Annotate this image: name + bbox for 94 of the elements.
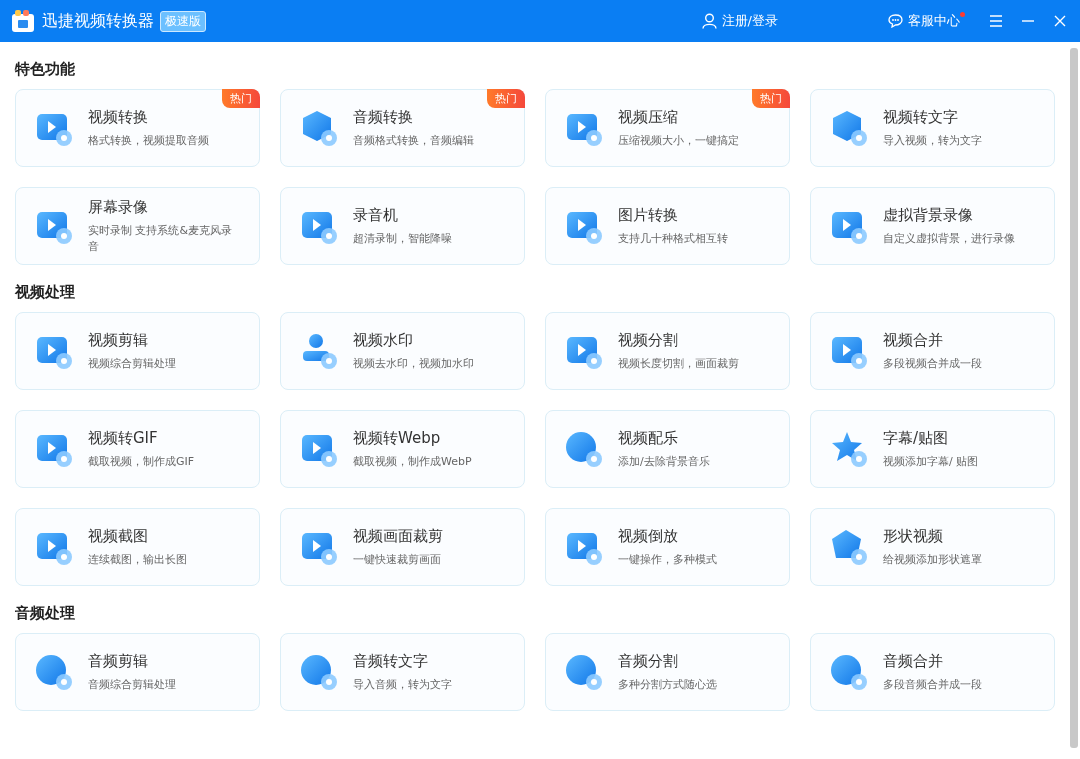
feature-icon (564, 429, 604, 469)
feature-description: 视频长度切割，画面裁剪 (618, 355, 739, 372)
feature-title: 视频转换 (88, 107, 149, 127)
feature-card[interactable]: 屏幕录像 实时录制 支持系统&麦克风录音 (15, 187, 260, 265)
feature-card[interactable]: 视频转文字 导入视频，转为文字 (810, 89, 1055, 167)
feature-card[interactable]: 形状视频 给视频添加形状遮罩 (810, 508, 1055, 586)
feature-card[interactable]: 视频画面裁剪 一键快速裁剪画面 (280, 508, 525, 586)
feature-description: 支持几十种格式相互转 (618, 230, 728, 247)
section-heading: 特色功能 (15, 59, 76, 80)
feature-title: 音频转换 (353, 107, 414, 127)
feature-description: 截取视频，制作成WebP (353, 453, 472, 470)
close-icon[interactable] (1052, 13, 1068, 29)
feature-card[interactable]: 视频转换 格式转换，视频提取音频 热门 (15, 89, 260, 167)
feature-card[interactable]: 视频转GIF 截取视频，制作成GIF (15, 410, 260, 488)
feature-description: 导入视频，转为文字 (883, 132, 982, 149)
feature-title: 视频倒放 (618, 526, 679, 546)
section-heading: 视频处理 (15, 282, 76, 303)
feature-icon (829, 652, 869, 692)
feature-title: 视频压缩 (618, 107, 679, 127)
feature-title: 图片转换 (618, 205, 679, 225)
feature-description: 音频格式转换，音频编辑 (353, 132, 474, 149)
feature-card[interactable]: 视频剪辑 视频综合剪辑处理 (15, 312, 260, 390)
hot-badge: 热门 (222, 89, 260, 108)
feature-card[interactable]: 视频水印 视频去水印，视频加水印 (280, 312, 525, 390)
feature-icon (564, 652, 604, 692)
feature-icon (299, 652, 339, 692)
feature-title: 视频配乐 (618, 428, 679, 448)
feature-title: 视频剪辑 (88, 330, 149, 350)
feature-description: 一键操作，多种模式 (618, 551, 717, 568)
feature-description: 格式转换，视频提取音频 (88, 132, 209, 149)
feature-description: 视频添加字幕/ 贴图 (883, 453, 979, 470)
feature-title: 视频转GIF (88, 428, 159, 448)
feature-card[interactable]: 录音机 超清录制，智能降噪 (280, 187, 525, 265)
feature-description: 视频去水印，视频加水印 (353, 355, 474, 372)
feature-title: 音频转文字 (353, 651, 429, 671)
scrollbar[interactable] (1070, 48, 1078, 748)
feature-title: 视频画面裁剪 (353, 526, 443, 546)
feature-card[interactable]: 字幕/贴图 视频添加字幕/ 贴图 (810, 410, 1055, 488)
feature-description: 自定义虚拟背景，进行录像 (883, 230, 1015, 247)
support-link[interactable]: 客服中心 (888, 12, 960, 30)
feature-card[interactable]: 视频转Webp 截取视频，制作成WebP (280, 410, 525, 488)
hot-badge: 热门 (487, 89, 525, 108)
hot-badge: 热门 (752, 89, 790, 108)
menu-icon[interactable] (988, 13, 1004, 29)
feature-card[interactable]: 视频倒放 一键操作，多种模式 (545, 508, 790, 586)
feature-card[interactable]: 视频截图 连续截图，输出长图 (15, 508, 260, 586)
feature-icon (829, 527, 869, 567)
feature-card[interactable]: 视频分割 视频长度切割，画面裁剪 (545, 312, 790, 390)
feature-description: 给视频添加形状遮罩 (883, 551, 982, 568)
feature-title: 虚拟背景录像 (883, 205, 974, 225)
feature-card[interactable]: 视频配乐 添加/去除背景音乐 (545, 410, 790, 488)
feature-title: 视频截图 (88, 526, 149, 546)
chat-icon (888, 14, 903, 28)
feature-description: 添加/去除背景音乐 (618, 453, 710, 470)
feature-description: 多种分割方式随心选 (618, 676, 717, 693)
feature-title: 录音机 (353, 205, 399, 225)
feature-description: 实时录制 支持系统&麦克风录音 (88, 222, 234, 255)
app-logo-icon (10, 8, 36, 34)
feature-description: 多段视频合并成一段 (883, 355, 982, 372)
feature-title: 视频分割 (618, 330, 679, 350)
section-heading: 音频处理 (15, 603, 76, 624)
feature-description: 一键快速裁剪画面 (353, 551, 442, 568)
login-link[interactable]: 注册/登录 (701, 12, 778, 30)
feature-card[interactable]: 音频分割 多种分割方式随心选 (545, 633, 790, 711)
feature-description: 超清录制，智能降噪 (353, 230, 452, 247)
feature-title: 屏幕录像 (88, 197, 149, 217)
feature-description: 导入音频，转为文字 (353, 676, 452, 693)
feature-title: 视频转文字 (883, 107, 959, 127)
feature-card[interactable]: 音频转换 音频格式转换，音频编辑 热门 (280, 89, 525, 167)
feature-icon (34, 652, 74, 692)
feature-description: 截取视频，制作成GIF (88, 453, 195, 470)
feature-card[interactable]: 图片转换 支持几十种格式相互转 (545, 187, 790, 265)
feature-title: 音频分割 (618, 651, 679, 671)
user-icon (701, 13, 717, 29)
feature-description: 多段音频合并成一段 (883, 676, 982, 693)
feature-description: 音频综合剪辑处理 (88, 676, 176, 693)
edition-label: 极速版 (160, 10, 206, 32)
feature-card[interactable]: 音频剪辑 音频综合剪辑处理 (15, 633, 260, 711)
feature-title: 形状视频 (883, 526, 944, 546)
feature-card[interactable]: 音频合并 多段音频合并成一段 (810, 633, 1055, 711)
feature-title: 视频水印 (353, 330, 414, 350)
window-title: 迅捷视频转换器 (42, 10, 154, 32)
feature-title: 音频合并 (883, 651, 944, 671)
feature-card[interactable]: 视频压缩 压缩视频大小，一键搞定 热门 (545, 89, 790, 167)
feature-title: 视频转Webp (353, 428, 442, 448)
feature-card[interactable]: 音频转文字 导入音频，转为文字 (280, 633, 525, 711)
feature-title: 视频合并 (883, 330, 944, 350)
feature-title: 音频剪辑 (88, 651, 149, 671)
feature-title: 字幕/贴图 (883, 428, 950, 448)
feature-description: 视频综合剪辑处理 (88, 355, 176, 372)
feature-card[interactable]: 视频合并 多段视频合并成一段 (810, 312, 1055, 390)
feature-description: 压缩视频大小，一键搞定 (618, 132, 739, 149)
feature-card[interactable]: 虚拟背景录像 自定义虚拟背景，进行录像 (810, 187, 1055, 265)
feature-description: 连续截图，输出长图 (88, 551, 187, 568)
